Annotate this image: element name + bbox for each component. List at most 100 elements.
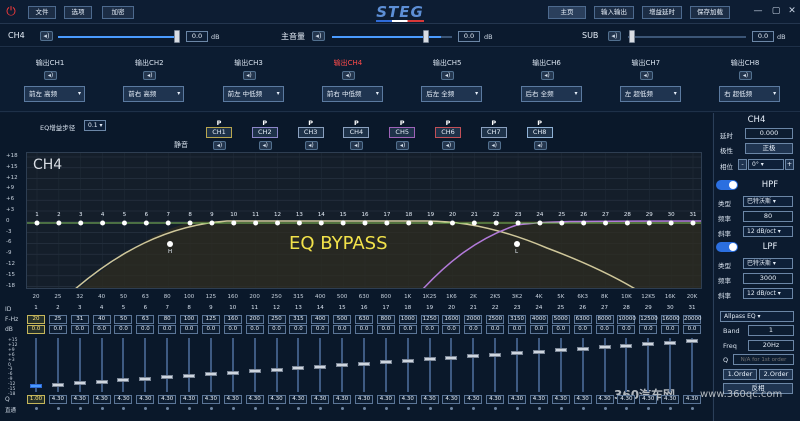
freq-input[interactable]: 20Hz — [748, 340, 794, 351]
band-gain-input[interactable]: 0.0 — [70, 325, 89, 334]
hpf-slope-select[interactable]: 12 dB/oct ▾ — [743, 226, 793, 237]
band-gain-slider[interactable] — [467, 354, 480, 358]
band-gain-slider[interactable] — [183, 373, 196, 378]
band-gain-slider[interactable] — [139, 376, 152, 381]
band-freq-input[interactable]: 40 — [92, 315, 111, 324]
band-bypass-indicator[interactable] — [559, 407, 563, 410]
band-gain-slider[interactable] — [379, 360, 392, 364]
speaker-icon[interactable]: ◂) — [40, 31, 53, 41]
band-gain-slider[interactable] — [489, 352, 502, 357]
mute-speaker-icon[interactable]: ◂) — [396, 141, 410, 150]
band-gain-slider[interactable] — [445, 355, 458, 360]
band-point[interactable] — [624, 220, 630, 226]
channel-link-button[interactable]: CH5 — [389, 127, 416, 138]
band-gain-input[interactable]: 0.0 — [486, 325, 505, 334]
speaker-icon[interactable]: ◂) — [143, 71, 157, 80]
band-bypass-indicator[interactable] — [35, 407, 38, 410]
band-q-input[interactable]: 4.30 — [661, 395, 680, 404]
channel-link-button[interactable]: CH6 — [435, 127, 461, 138]
phase-select[interactable]: 0° ▾ — [748, 159, 784, 170]
channel-link-button[interactable]: CH7 — [480, 127, 507, 138]
band-gain-slider[interactable] — [576, 346, 589, 351]
band-gain-input[interactable]: 0.0 — [333, 325, 352, 334]
band-freq-input[interactable]: 12500 — [639, 315, 658, 324]
eq-graph[interactable]: 1 2 3 4 5 6 7 8 9 10 11 12 13 14 15 16 17 18 19 20 21 22 23 24 2… — [26, 152, 702, 289]
band-gain-slider[interactable] — [30, 384, 42, 388]
phase-increase-button[interactable]: + — [785, 159, 794, 170]
band-q-input[interactable]: 4.30 — [136, 395, 155, 404]
band-freq-input[interactable]: 6300 — [573, 315, 592, 324]
band-gain-slider[interactable] — [314, 364, 327, 369]
band-gain-input[interactable]: 0.0 — [355, 325, 373, 334]
speaker-icon[interactable]: ◂) — [44, 71, 57, 80]
band-gain-input[interactable]: 0.0 — [245, 325, 264, 334]
speaker-icon[interactable]: ◂) — [242, 71, 256, 80]
band-freq-input[interactable]: 250 — [267, 315, 286, 324]
band-gain-slider[interactable] — [686, 339, 698, 343]
band-gain-slider[interactable] — [336, 363, 349, 367]
band-point[interactable] — [165, 220, 171, 226]
nav-io[interactable]: 输入输出 — [594, 6, 634, 19]
channel-assign-select[interactable]: 前左 高频 ▾ — [24, 86, 85, 102]
mute-speaker-icon[interactable]: ◂) — [442, 141, 455, 150]
band-freq-input[interactable]: 1000 — [398, 315, 417, 324]
band-gain-slider[interactable] — [598, 345, 611, 349]
band-freq-input[interactable]: 16000 — [661, 315, 680, 324]
band-point[interactable] — [559, 220, 565, 226]
hpf-freq-input[interactable]: 80 — [743, 211, 793, 222]
speaker-icon[interactable]: ◂) — [441, 71, 455, 80]
band-point[interactable] — [121, 220, 127, 226]
lpf-freq-input[interactable]: 3000 — [743, 273, 793, 284]
band-freq-input[interactable]: 500 — [333, 315, 352, 324]
band-point[interactable] — [471, 220, 477, 226]
band-freq-input[interactable]: 315 — [289, 315, 308, 324]
band-gain-slider[interactable] — [73, 381, 86, 385]
band-q-input[interactable]: 4.30 — [333, 395, 352, 404]
menu-encrypt[interactable]: 加密 — [102, 6, 134, 19]
band-q-input[interactable]: 4.30 — [420, 395, 439, 404]
band-freq-input[interactable]: 400 — [311, 315, 330, 324]
band-freq-input[interactable]: 2500 — [486, 315, 505, 324]
band-bypass-indicator[interactable] — [253, 407, 257, 410]
mute-speaker-icon[interactable]: ◂) — [304, 141, 318, 150]
band-gain-input[interactable]: 0.0 — [639, 325, 658, 334]
band-freq-input[interactable]: 100 — [180, 315, 199, 324]
band-point[interactable] — [340, 220, 346, 226]
menu-options[interactable]: 选项 — [64, 6, 92, 19]
master-volume-slider[interactable] — [423, 30, 429, 43]
band-q-input[interactable]: 4.30 — [180, 395, 199, 404]
band-freq-input[interactable]: 50 — [114, 315, 133, 324]
band-freq-input[interactable]: 630 — [355, 315, 373, 324]
band-freq-input[interactable]: 31 — [70, 315, 89, 324]
band-q-input[interactable]: 1.00 — [27, 395, 45, 404]
band-q-input[interactable]: 4.30 — [376, 395, 395, 404]
band-q-input[interactable]: 4.30 — [114, 395, 133, 404]
maximize-icon[interactable]: ▢ — [770, 5, 782, 17]
band-q-input[interactable]: 4.30 — [398, 395, 417, 404]
band-gain-input[interactable]: 0.0 — [158, 325, 177, 334]
band-gain-slider[interactable] — [554, 348, 567, 352]
channel-assign-select[interactable]: 后右 全频 ▾ — [520, 86, 582, 102]
band-freq-input[interactable]: 63 — [136, 315, 155, 324]
band-gain-input[interactable]: 0.0 — [136, 325, 155, 334]
speaker-icon[interactable]: ◂) — [312, 31, 325, 41]
band-freq-input[interactable]: 25 — [48, 315, 67, 324]
speaker-icon[interactable]: ◂) — [639, 71, 653, 80]
band-point[interactable] — [296, 220, 302, 226]
band-bypass-indicator[interactable] — [603, 407, 607, 410]
band-bypass-indicator[interactable] — [275, 407, 279, 410]
nav-save-load[interactable]: 保存加载 — [690, 6, 730, 19]
phase-decrease-button[interactable]: - — [738, 159, 747, 170]
band-gain-slider[interactable] — [620, 343, 633, 348]
master-volume-value[interactable]: 0.0 — [458, 31, 480, 42]
band-gain-input[interactable]: 0.0 — [201, 325, 220, 334]
band-input[interactable]: 1 — [748, 325, 794, 336]
band-bypass-indicator[interactable] — [406, 407, 410, 410]
channel-assign-select[interactable]: 前左 中低频 ▾ — [222, 86, 284, 102]
mute-speaker-icon[interactable]: ◂) — [533, 141, 547, 150]
band-q-input[interactable]: 4.30 — [289, 395, 308, 404]
band-gain-slider[interactable] — [664, 340, 677, 345]
channel-assign-select[interactable]: 后左 全频 ▾ — [421, 86, 483, 102]
band-gain-slider[interactable] — [226, 370, 239, 375]
band-gain-slider[interactable] — [270, 367, 283, 372]
